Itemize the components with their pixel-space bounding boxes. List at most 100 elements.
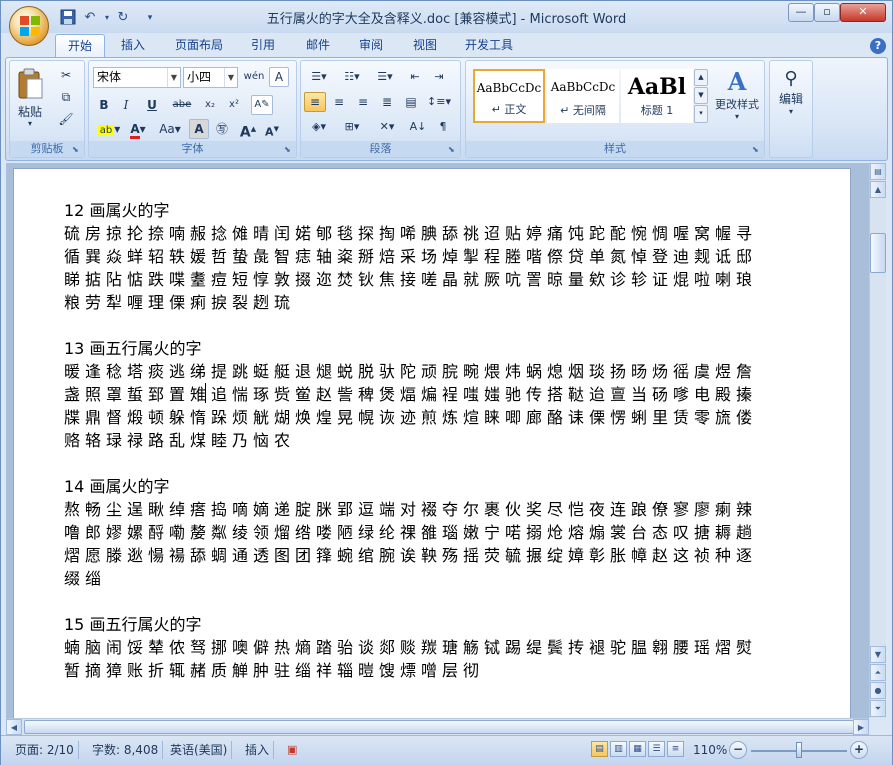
shrink-font-button[interactable]: A▼ [261, 119, 283, 139]
align-center-icon[interactable]: ≡ [328, 92, 350, 112]
previous-page-icon[interactable]: ⏶ [870, 664, 886, 681]
decrease-indent-icon[interactable]: ⇤ [404, 67, 426, 87]
macro-record-icon[interactable]: ▣ [283, 741, 301, 759]
chinese-layout-icon[interactable]: ✕▾ [372, 117, 402, 137]
change-case-button[interactable]: Aa▾ [155, 119, 185, 139]
phonetic-guide-icon[interactable]: wén [242, 67, 266, 87]
styles-more-icon[interactable]: ▾ [694, 105, 708, 123]
minimize-button[interactable]: — [788, 3, 814, 22]
character-border-icon[interactable]: A [269, 67, 289, 87]
tab-references[interactable]: 引用 [243, 34, 283, 58]
draft-view-icon[interactable]: ≡ [667, 741, 684, 757]
next-page-icon[interactable]: ⏷ [870, 700, 886, 717]
font-size-combo[interactable]: 小四 ▼ [183, 67, 238, 88]
increase-indent-icon[interactable]: ⇥ [428, 67, 450, 87]
office-button[interactable] [9, 6, 49, 46]
numbering-icon[interactable]: ☷▾ [337, 67, 367, 87]
tab-view[interactable]: 视图 [405, 34, 445, 58]
copy-icon[interactable]: ⧉ [54, 87, 78, 107]
style-no-spacing[interactable]: AaBbCcDc ↵ 无间隔 [547, 69, 619, 123]
paragraph: 14 画属火的字 熬畅尘逞瞅绰瘩捣嘀嫡递腚脒郢逗端对裰夺尔裹伙奖尽恺夜连踉僚寥廖… [64, 475, 764, 590]
bullets-icon[interactable]: ☰▾ [304, 67, 334, 87]
horizontal-scrollbar[interactable]: ◀ ▶ [6, 718, 869, 735]
print-layout-view-icon[interactable]: ▤ [591, 741, 608, 757]
show-marks-icon[interactable]: ¶ [432, 117, 454, 137]
tab-insert[interactable]: 插入 [113, 34, 153, 58]
style-normal[interactable]: AaBbCcDc ↵ 正文 [473, 69, 545, 123]
shading-icon[interactable]: ◈▾ [304, 117, 334, 137]
underline-button[interactable]: U [139, 95, 165, 115]
change-styles-button[interactable]: A 更改样式 ▾ [711, 65, 763, 139]
word-count[interactable]: 字数: 8,408 [88, 741, 164, 759]
tab-home[interactable]: 开始 [55, 34, 105, 58]
multilevel-list-icon[interactable]: ☰▾ [370, 67, 400, 87]
document-page[interactable]: 12 画属火的字 硫房掠抡捺喃赧捻傩晴闰婼郇毯探掏唏腆舔祧迢贴婷痛饨跎酡惋惆喔窝… [13, 168, 851, 718]
window-title: 五行属火的字大全及含释义.doc [兼容模式] - Microsoft Word [266, 12, 627, 27]
character-shading-icon[interactable]: A [189, 119, 209, 139]
font-launcher-icon[interactable]: ⬊ [284, 145, 294, 155]
vertical-scroll-thumb[interactable] [870, 233, 886, 273]
enclose-characters-icon[interactable]: ㊢ [211, 119, 233, 139]
scroll-up-icon[interactable]: ▲ [870, 181, 886, 198]
font-color-icon[interactable]: A▾ [125, 119, 151, 139]
select-browse-object-icon[interactable]: ● [870, 682, 886, 699]
highlight-color-icon[interactable]: ab ▾ [95, 119, 123, 139]
horizontal-scroll-thumb[interactable] [24, 720, 854, 734]
style-heading-1[interactable]: AaBl 标题 1 [621, 69, 693, 123]
scroll-right-icon[interactable]: ▶ [853, 719, 869, 735]
grow-font-button[interactable]: A▲ [237, 119, 259, 141]
clear-formatting-icon[interactable]: A✎ [251, 95, 273, 115]
sort-icon[interactable]: A↓ [407, 117, 429, 137]
document-content[interactable]: 12 画属火的字 硫房掠抡捺喃赧捻傩晴闰婼郇毯探掏唏腆舔祧迢贴婷痛饨跎酡惋惆喔窝… [64, 199, 764, 705]
font-name-combo[interactable]: 宋体 ▼ [93, 67, 181, 88]
line-spacing-icon[interactable]: ↕≡▾ [424, 92, 454, 112]
tab-developer[interactable]: 开发工具 [457, 34, 521, 58]
full-screen-reading-icon[interactable]: ▥ [610, 741, 627, 757]
tab-page-layout[interactable]: 页面布局 [167, 34, 231, 58]
help-icon[interactable]: ? [870, 38, 886, 54]
insert-mode[interactable]: 插入 [241, 741, 275, 759]
subscript-button[interactable]: x₂ [199, 95, 221, 115]
align-right-icon[interactable]: ≡ [352, 92, 374, 112]
vertical-scrollbar[interactable]: ▤ ▲ ▼ ⏶ ● ⏷ [869, 163, 886, 718]
clipboard-launcher-icon[interactable]: ⬊ [72, 145, 82, 155]
justify-icon[interactable]: ≣ [376, 92, 398, 112]
scroll-left-icon[interactable]: ◀ [6, 719, 22, 735]
language-indicator[interactable]: 英语(美国) [166, 741, 233, 759]
distributed-icon[interactable]: ▤ [400, 92, 422, 112]
web-layout-icon[interactable]: ▦ [629, 741, 646, 757]
zoom-slider-thumb[interactable] [796, 742, 802, 758]
font-name-dropdown-icon[interactable]: ▼ [167, 68, 180, 87]
zoom-out-button[interactable]: − [729, 741, 747, 759]
tab-mailings[interactable]: 邮件 [298, 34, 338, 58]
styles-scroll-up-icon[interactable]: ▲ [694, 69, 708, 86]
restore-button[interactable]: ▫ [814, 3, 840, 22]
paste-button[interactable]: 粘贴 ▾ [13, 64, 47, 136]
styles-launcher-icon[interactable]: ⬊ [752, 145, 762, 155]
scroll-down-icon[interactable]: ▼ [870, 646, 886, 663]
document-area[interactable]: 12 画属火的字 硫房掠抡捺喃赧捻傩晴闰婼郇毯探掏唏腆舔祧迢贴婷痛饨跎酡惋惆喔窝… [6, 163, 869, 718]
page-indicator[interactable]: 页面: 2/10 [11, 741, 79, 759]
close-button[interactable]: ✕ [840, 3, 886, 22]
cut-icon[interactable]: ✂ [54, 65, 78, 85]
outline-view-icon[interactable]: ☰ [648, 741, 665, 757]
align-left-icon[interactable]: ≡ [304, 92, 326, 112]
strikethrough-button[interactable]: abe [169, 95, 195, 115]
font-size-dropdown-icon[interactable]: ▼ [224, 68, 237, 87]
paste-label: 粘贴 [17, 105, 42, 119]
zoom-in-button[interactable]: + [850, 741, 868, 759]
superscript-button[interactable]: x² [223, 95, 245, 115]
tab-review[interactable]: 审阅 [351, 34, 391, 58]
title-bar: ↶ ▾ ↻ ▾ 五行属火的字大全及含释义.doc [兼容模式] - Micros… [1, 1, 892, 33]
borders-icon[interactable]: ⊞▾ [337, 117, 367, 137]
paragraph-launcher-icon[interactable]: ⬊ [448, 145, 458, 155]
paragraph-group: ☰▾ ☷▾ ☰▾ ⇤ ⇥ ≡ ≡ ≡ ≣ ▤ ↕≡▾ ◈▾ ⊞▾ ✕▾ A↓ ¶… [300, 60, 461, 158]
editing-button[interactable]: ⚲ 编辑 ▾ [773, 65, 809, 135]
ruler-toggle-icon[interactable]: ▤ [870, 163, 886, 180]
format-painter-icon[interactable]: 🖌 [54, 109, 78, 129]
zoom-level[interactable]: 110% [689, 741, 731, 759]
bold-button[interactable]: B [95, 95, 113, 115]
office-logo-icon [20, 16, 40, 36]
italic-button[interactable]: I [117, 95, 135, 115]
styles-scroll-down-icon[interactable]: ▼ [694, 87, 708, 104]
